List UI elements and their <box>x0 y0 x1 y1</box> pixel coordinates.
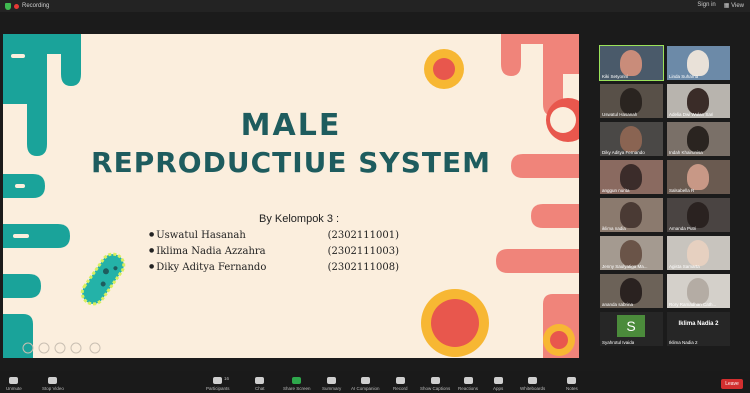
recording-label: Recording <box>22 3 50 9</box>
participant-name: Iklima Nadia 2 <box>669 340 698 345</box>
participant-tile[interactable]: Iklima Nadia 2 Iklima Nadia 2 <box>667 312 730 346</box>
shield-icon <box>5 2 11 10</box>
participant-name: anggun nurita <box>602 188 630 193</box>
participant-name: Indah Khairunisa <box>669 150 703 155</box>
member-name: Diky Aditya Fernando <box>149 262 266 273</box>
apps-icon <box>493 377 503 384</box>
participant-tile[interactable]: Agista Samarta <box>667 236 730 270</box>
microphone-icon <box>9 377 19 384</box>
shared-slide: MALE REPRODUCTIUE SYSTEM By Kelompok 3 :… <box>3 34 579 358</box>
participant-tile[interactable]: anggun nurita <box>600 160 663 194</box>
participant-tile[interactable]: Uswatul Hasanah <box>600 84 663 118</box>
sign-in-link[interactable]: Sign in <box>697 2 715 9</box>
participant-name: Rory Ramadhan Cath... <box>669 302 717 307</box>
participant-tile[interactable]: Diky Aditya Fernando <box>600 122 663 156</box>
record-button[interactable]: Record <box>393 377 408 391</box>
leave-button[interactable]: Leave <box>721 379 743 389</box>
notes-button[interactable]: Notes <box>566 377 578 391</box>
member-name: Uswatul Hasanah <box>149 230 246 241</box>
participant-name: Salsabella R <box>669 188 695 193</box>
whiteboard-icon <box>528 377 538 384</box>
whiteboards-button[interactable]: Whiteboards <box>520 377 545 391</box>
participant-name: Jenny Saulyatiga Ma... <box>602 264 648 269</box>
sparkle-icon <box>360 377 370 384</box>
captions-icon <box>430 377 440 384</box>
slide-title-line1: MALE <box>240 108 342 143</box>
member-list: Uswatul Hasanah (2302111001) Iklima Nadi… <box>149 227 399 275</box>
summary-icon <box>327 377 337 384</box>
participants-count: 16 <box>224 376 230 381</box>
member-row: Iklima Nadia Azzahra (2302111003) <box>149 243 399 259</box>
group-label: By Kelompok 3 : <box>259 213 340 225</box>
member-id: (2302111003) <box>327 245 399 257</box>
ai-companion-button[interactable]: AI Companion <box>351 377 380 391</box>
participant-name: Linda Suharna <box>669 74 699 79</box>
member-name: Iklima Nadia Azzahra <box>149 246 265 257</box>
participant-tile[interactable]: Jenny Saulyatiga Ma... <box>600 236 663 270</box>
participant-name: Syahrotul Ivaida <box>602 340 635 345</box>
participant-name: Amanda Putri <box>669 226 697 231</box>
unmute-button[interactable]: Unmute <box>6 377 22 391</box>
slide-decoration <box>3 34 579 358</box>
top-bar: Recording Sign in ▦ View <box>0 0 750 12</box>
slide-title-line2: REPRODUCTIUE SYSTEM <box>91 146 491 179</box>
record-dot-icon <box>14 3 19 9</box>
summary-button[interactable]: Summary <box>322 377 341 391</box>
participants-icon <box>213 377 223 384</box>
apps-button[interactable]: Apps <box>493 377 503 391</box>
grid-icon: ▦ <box>723 3 732 9</box>
chat-button[interactable]: Chat <box>255 377 265 391</box>
participant-name: Adelia Dwi Wulan Sari <box>669 112 714 117</box>
participant-tile[interactable]: iklima nadia <box>600 198 663 232</box>
member-row: Diky Aditya Fernando (2302111008) <box>149 259 399 275</box>
reactions-button[interactable]: Reactions <box>458 377 478 391</box>
participant-name: Uswatul Hasanah <box>602 112 638 117</box>
chat-icon <box>255 377 265 384</box>
notes-icon <box>567 377 577 384</box>
participant-tile[interactable]: Salsabella R <box>667 160 730 194</box>
participant-big-name: Iklima Nadia 2 <box>678 321 719 327</box>
participant-tile[interactable]: Indah Khairunisa <box>667 122 730 156</box>
share-screen-icon <box>292 377 302 384</box>
share-screen-button[interactable]: Share Screen <box>283 377 311 391</box>
show-captions-button[interactable]: Show Captions <box>420 377 450 391</box>
participant-name: Kiki Setyorini <box>602 74 629 79</box>
stop-video-button[interactable]: Stop Video <box>42 377 64 391</box>
recording-indicator[interactable]: Recording <box>5 2 50 10</box>
avatar: S <box>617 315 645 337</box>
participant-tile[interactable]: Kiki Setyorini <box>599 45 664 81</box>
participant-tile[interactable]: Adelia Dwi Wulan Sari <box>667 84 730 118</box>
view-button[interactable]: ▦ View <box>724 2 744 9</box>
member-id: (2302111001) <box>327 229 399 241</box>
smiley-icon <box>463 377 473 384</box>
participant-tile[interactable]: Amanda Putri <box>667 198 730 232</box>
participant-tile[interactable]: Rory Ramadhan Cath... <box>667 274 730 308</box>
participant-name: iklima nadia <box>602 226 626 231</box>
record-icon <box>395 377 405 384</box>
member-id: (2302111008) <box>327 261 399 273</box>
participant-name: Diky Aditya Fernando <box>602 150 645 155</box>
participant-tile[interactable]: ananda sabrina <box>600 274 663 308</box>
participant-tile[interactable]: S Syahrotul Ivaida <box>600 312 663 346</box>
video-camera-icon <box>48 377 58 384</box>
member-row: Uswatul Hasanah (2302111001) <box>149 227 399 243</box>
participant-name: Agista Samarta <box>669 264 700 269</box>
participant-name: ananda sabrina <box>602 302 634 307</box>
participant-tile[interactable]: Linda Suharna <box>667 46 730 80</box>
